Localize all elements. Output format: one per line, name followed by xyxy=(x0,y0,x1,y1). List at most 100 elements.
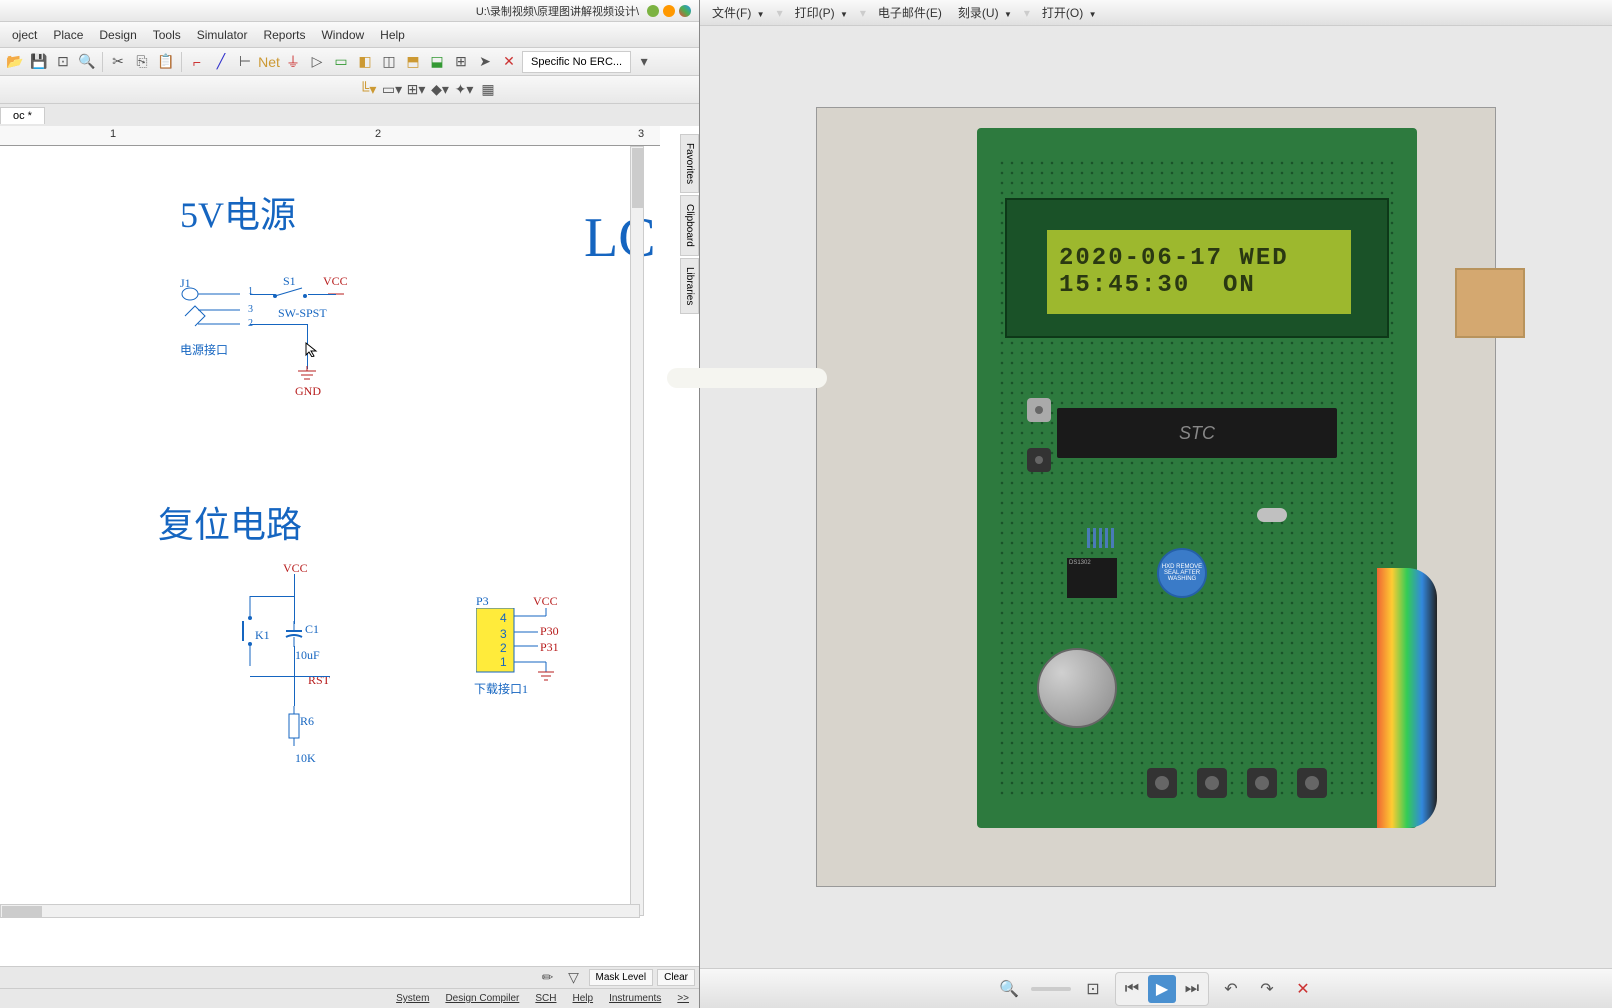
netlabel-icon[interactable]: ⊢ xyxy=(234,51,256,73)
scrollbar-thumb[interactable] xyxy=(2,906,42,918)
specific-no-erc-button[interactable]: Specific No ERC... xyxy=(522,51,631,73)
libraries-tab[interactable]: Libraries xyxy=(680,258,699,314)
menu-design[interactable]: Design xyxy=(91,24,144,46)
clear-button[interactable]: Clear xyxy=(657,969,695,986)
grid-icon[interactable]: ⊞▾ xyxy=(405,79,427,101)
p3-symbol[interactable]: 4 3 2 1 xyxy=(476,608,566,683)
chevron-down-icon: ▼ xyxy=(840,10,848,19)
part-icon[interactable]: ▷ xyxy=(306,51,328,73)
clipboard-tab[interactable]: Clipboard xyxy=(680,195,699,256)
eyedropper-icon[interactable]: ✏ xyxy=(537,967,559,989)
bus-icon[interactable]: ╱ xyxy=(210,51,232,73)
home-icon[interactable] xyxy=(679,5,691,17)
sheet-entry-icon[interactable]: ◧ xyxy=(354,51,376,73)
port-icon[interactable]: ➤ xyxy=(474,51,496,73)
partial-text-lc: LC xyxy=(584,206,656,270)
mcu-chip: STC xyxy=(1057,408,1337,458)
toolbar-separator xyxy=(102,52,103,72)
vertical-scrollbar[interactable] xyxy=(630,146,644,916)
lcd-module: 2020-06-17 WED 15:45:30 ON xyxy=(1005,198,1389,338)
k1-symbol[interactable] xyxy=(240,596,260,666)
more-tab[interactable]: >> xyxy=(671,991,695,1006)
menu-project[interactable]: oject xyxy=(4,24,45,46)
instruments-tab[interactable]: Instruments xyxy=(603,991,667,1006)
viewer-burn-menu[interactable]: 刻录(U) ▼ xyxy=(954,0,1016,25)
lcd-screen: 2020-06-17 WED 15:45:30 ON xyxy=(1047,230,1351,314)
r6-symbol[interactable] xyxy=(284,706,304,746)
mouse-cursor-icon xyxy=(304,341,320,357)
device-sheet-icon[interactable]: ◫ xyxy=(378,51,400,73)
favorites-tab[interactable]: Favorites xyxy=(680,134,699,193)
active-document-tab[interactable]: oc * xyxy=(0,107,45,124)
copy-icon[interactable]: ⎘ xyxy=(131,51,153,73)
pcb-board: 2020-06-17 WED 15:45:30 ON STC DS1302 HX… xyxy=(977,128,1417,828)
design-compiler-tab[interactable]: Design Compiler xyxy=(439,991,525,1006)
move-icon[interactable]: ✦▾ xyxy=(453,79,475,101)
system-tab[interactable]: System xyxy=(390,991,435,1006)
rotate-ccw-icon[interactable]: ↶ xyxy=(1217,975,1245,1003)
help-tab[interactable]: Help xyxy=(566,991,599,1006)
nav-back-icon[interactable] xyxy=(647,5,659,17)
power-icon[interactable]: ⏚ xyxy=(282,51,304,73)
schematic-content[interactable]: 5V电源 LC J1 电源接口 1 3 2 S1 SW-SPST VCC GND xyxy=(0,146,660,926)
mask-level-button[interactable]: Mask Level xyxy=(589,969,654,986)
wire-icon[interactable]: ⌐ xyxy=(186,51,208,73)
schematic-sheet: 1 2 3 5V电源 LC J1 电源接口 1 3 2 S1 SW-SPST xyxy=(0,126,660,966)
zoom-slider[interactable] xyxy=(1031,987,1071,991)
menu-help[interactable]: Help xyxy=(372,24,413,46)
wire xyxy=(250,676,330,677)
resistor-array xyxy=(1087,528,1117,548)
menu-simulator[interactable]: Simulator xyxy=(189,24,256,46)
open-icon[interactable]: 📂 xyxy=(4,51,26,73)
menu-tools[interactable]: Tools xyxy=(145,24,189,46)
save-icon[interactable]: 💾 xyxy=(28,51,50,73)
crystal-oscillator xyxy=(1257,508,1287,522)
snap-icon[interactable]: ◆▾ xyxy=(429,79,451,101)
main-menu: oject Place Design Tools Simulator Repor… xyxy=(0,22,699,48)
menu-reports[interactable]: Reports xyxy=(255,24,313,46)
menu-separator: ▾ xyxy=(1024,6,1030,20)
actual-size-icon[interactable]: ⊡ xyxy=(1079,975,1107,1003)
next-image-icon[interactable]: ⏭ xyxy=(1178,975,1206,1003)
zoom-fit-icon[interactable]: ⊡ xyxy=(52,51,74,73)
scrollbar-thumb[interactable] xyxy=(632,148,644,208)
sheet-icon[interactable]: ▭ xyxy=(330,51,352,73)
signal-harness-icon[interactable]: ⊞ xyxy=(450,51,472,73)
gnd-symbol[interactable] xyxy=(296,366,318,384)
slideshow-icon[interactable]: ▶ xyxy=(1148,975,1176,1003)
paste-icon[interactable]: 📋 xyxy=(155,51,177,73)
nav-fwd-icon[interactable] xyxy=(663,5,675,17)
viewer-file-menu[interactable]: 文件(F) ▼ xyxy=(708,0,769,25)
noerc-icon[interactable]: ✕ xyxy=(498,51,520,73)
coin-battery xyxy=(1037,648,1117,728)
menu-window[interactable]: Window xyxy=(313,24,372,46)
erc-dropdown-icon[interactable]: ▾ xyxy=(633,51,655,73)
rotate-cw-icon[interactable]: ↷ xyxy=(1253,975,1281,1003)
port-icon[interactable]: Net xyxy=(258,51,280,73)
zoom-out-icon[interactable]: 🔍 xyxy=(995,975,1023,1003)
align-icon[interactable]: ▭▾ xyxy=(381,79,403,101)
image-viewport[interactable]: 2020-06-17 WED 15:45:30 ON STC DS1302 HX… xyxy=(700,26,1612,968)
rtc-chip: DS1302 xyxy=(1067,558,1117,598)
cut-icon[interactable]: ✂ xyxy=(107,51,129,73)
viewer-print-menu[interactable]: 打印(P) ▼ xyxy=(791,0,852,25)
delete-icon[interactable]: ✕ xyxy=(1289,975,1317,1003)
prev-image-icon[interactable]: ⏮ xyxy=(1118,975,1146,1003)
s1-name: SW-SPST xyxy=(278,306,327,321)
viewer-open-menu[interactable]: 打开(O) ▼ xyxy=(1038,0,1101,25)
rotate-icon[interactable]: ▦ xyxy=(477,79,499,101)
j1-symbol[interactable] xyxy=(180,286,250,336)
sch-tab[interactable]: SCH xyxy=(529,991,562,1006)
schematic-canvas[interactable]: Favorites Clipboard Libraries 1 2 3 5V电源… xyxy=(0,126,699,966)
arrange-icon[interactable]: ╚▾ xyxy=(357,79,379,101)
harness-conn-icon[interactable]: ⬓ xyxy=(426,51,448,73)
filter-icon[interactable]: ▽ xyxy=(563,967,585,989)
zoom-area-icon[interactable]: 🔍 xyxy=(76,51,98,73)
viewer-email-menu[interactable]: 电子邮件(E) xyxy=(874,0,946,25)
ruler-horizontal: 1 2 3 xyxy=(0,126,660,146)
s1-symbol[interactable] xyxy=(270,286,320,306)
horizontal-scrollbar[interactable] xyxy=(0,904,640,918)
menu-place[interactable]: Place xyxy=(45,24,91,46)
ruler-mark: 3 xyxy=(638,128,644,140)
harness-icon[interactable]: ⬒ xyxy=(402,51,424,73)
